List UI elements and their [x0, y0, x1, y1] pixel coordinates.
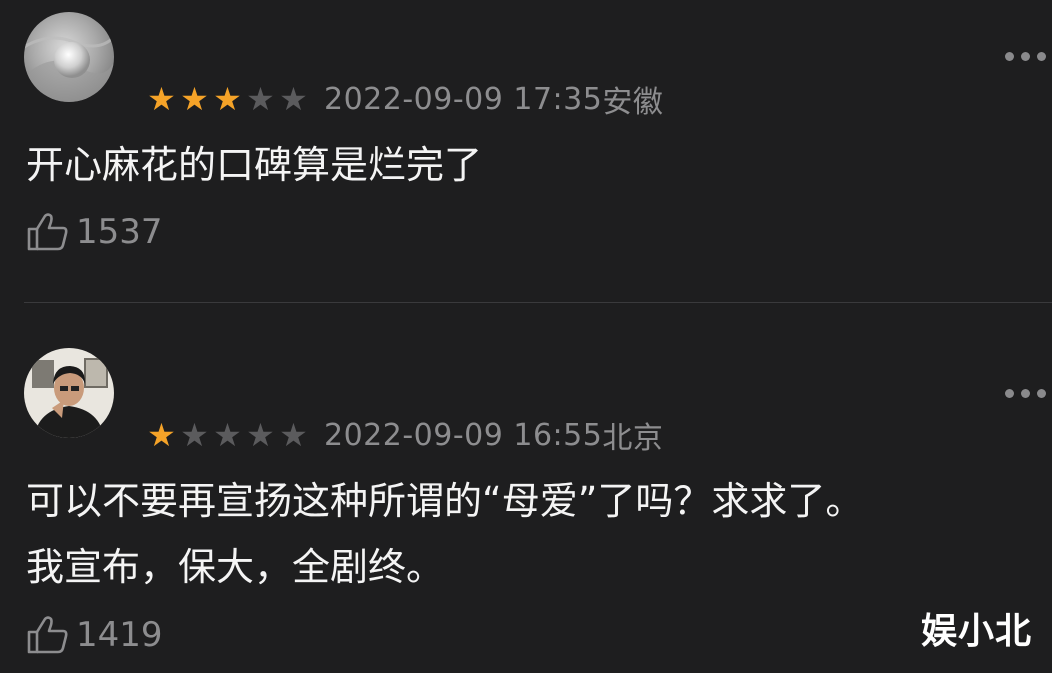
like-button[interactable]: 1537 — [26, 212, 163, 252]
watermark: 娱小北 — [920, 611, 1032, 652]
comment-date: 2022-09-09 16:55 — [324, 417, 603, 453]
thumbs-up-icon — [27, 616, 68, 654]
more-dot-icon — [1037, 52, 1046, 61]
star-empty-icon: ★ — [279, 80, 308, 118]
rating-stars: ★ ★ ★ ★ ★ — [145, 419, 310, 451]
star-filled-icon: ★ — [147, 80, 176, 118]
comment-date: 2022-09-09 17:35 — [324, 81, 603, 117]
more-dot-icon — [1021, 52, 1030, 61]
rating-stars: ★ ★ ★ ★ ★ — [145, 83, 310, 115]
star-empty-icon: ★ — [279, 416, 308, 454]
star-filled-icon: ★ — [180, 80, 209, 118]
star-empty-icon: ★ — [246, 80, 275, 118]
like-button[interactable]: 1419 — [26, 615, 163, 655]
comment-meta: ★ ★ ★ ★ ★ 2022-09-09 17:35 安徽 — [145, 81, 663, 121]
avatar-pearl-icon — [24, 12, 114, 102]
avatar-person-icon — [24, 348, 114, 438]
comment-meta: ★ ★ ★ ★ ★ 2022-09-09 16:55 北京 — [145, 417, 663, 457]
comment-text: 开心麻花的口碑算是烂完了 — [26, 143, 483, 187]
avatar[interactable] — [24, 12, 114, 102]
star-filled-icon: ★ — [147, 416, 176, 454]
comment-divider — [24, 302, 1052, 303]
thumbs-up-icon — [27, 213, 68, 251]
comment-text: 可以不要再宣扬这种所谓的“母爱”了吗？求求了。 我宣布，保大，全剧终。 — [26, 479, 864, 589]
more-dot-icon — [1021, 389, 1030, 398]
star-empty-icon: ★ — [246, 416, 275, 454]
more-dot-icon — [1005, 52, 1014, 61]
more-dot-icon — [1037, 389, 1046, 398]
star-empty-icon: ★ — [180, 416, 209, 454]
star-filled-icon: ★ — [213, 80, 242, 118]
more-options-button[interactable] — [1005, 389, 1046, 398]
more-options-button[interactable] — [1005, 52, 1046, 61]
like-count: 1419 — [76, 615, 163, 655]
comment-location: 北京 — [602, 421, 664, 456]
avatar[interactable] — [24, 348, 114, 438]
star-empty-icon: ★ — [213, 416, 242, 454]
like-count: 1537 — [76, 212, 163, 252]
more-dot-icon — [1005, 389, 1014, 398]
comment-location: 安徽 — [602, 85, 664, 120]
